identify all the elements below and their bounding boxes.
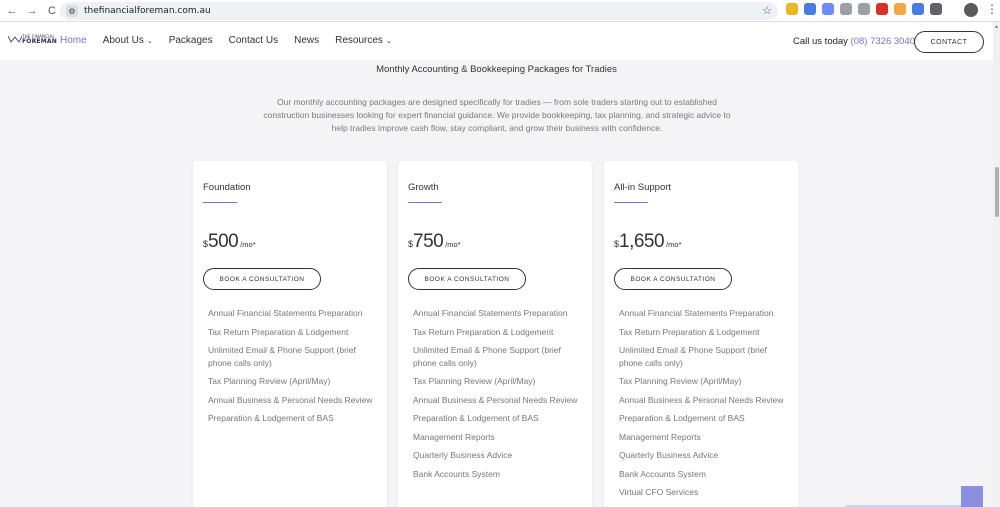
book-consultation-button[interactable]: BOOK A CONSULTATION [614, 268, 732, 290]
extension-icon[interactable] [912, 3, 924, 15]
list-item: Virtual CFO Services [619, 487, 699, 497]
list-item: Annual Financial Statements Preparation [208, 308, 363, 318]
feature-list: Annual Financial Statements Preparation … [413, 307, 585, 486]
plan-divider [203, 202, 237, 203]
list-item: Annual Financial Statements Preparation [413, 308, 568, 318]
list-item: Bank Accounts System [413, 468, 500, 479]
plan-name: All-in Support [614, 182, 672, 193]
plan-price: $500/mo* [203, 231, 256, 252]
nav-home[interactable]: Home [60, 35, 87, 46]
scroll-up-icon[interactable]: ▲ [994, 24, 999, 30]
bookmark-star-icon[interactable]: ☆ [762, 4, 772, 17]
nav-contact-us[interactable]: Contact Us [229, 35, 278, 46]
list-item: Tax Planning Review (April/May) [619, 376, 742, 386]
extension-icon[interactable] [894, 3, 906, 15]
list-item: Preparation & Lodgement of BAS [208, 413, 334, 423]
contact-button[interactable]: CONTACT [914, 31, 984, 53]
logo-text: THE FINANCIAL FOREMAN [22, 34, 57, 45]
book-consultation-button[interactable]: BOOK A CONSULTATION [203, 268, 321, 290]
list-item: Preparation & Lodgement of BAS [413, 413, 539, 423]
chat-widget-button[interactable] [961, 486, 983, 507]
list-item: Management Reports [619, 431, 701, 442]
list-item: Annual Business & Personal Needs Review [619, 394, 784, 405]
list-item: Quarterly Business Advice [619, 450, 719, 460]
list-item: Unlimited Email & Phone Support (brief p… [413, 345, 561, 368]
extension-icon[interactable] [876, 3, 888, 15]
list-item: Tax Planning Review (April/May) [413, 376, 536, 386]
list-item: Quarterly Business Advice [413, 450, 513, 460]
extension-icon[interactable] [858, 3, 870, 15]
nav-packages[interactable]: Packages [169, 35, 213, 46]
browser-toolbar: ← → C ⚙ thefinancialforeman.com.au ☆ ⋮ [0, 0, 1000, 22]
plan-card-all-in-support: All-in Support $1,650/mo* BOOK A CONSULT… [604, 161, 798, 507]
more-menu-icon[interactable]: ⋮ [986, 2, 998, 16]
list-item: Preparation & Lodgement of BAS [619, 413, 745, 423]
list-item: Unlimited Email & Phone Support (brief p… [208, 345, 356, 368]
intro-paragraph: Our monthly accounting packages are desi… [263, 97, 731, 133]
plan-price: $750/mo* [408, 231, 461, 252]
extension-icon[interactable] [822, 3, 834, 15]
chevron-down-icon: ⌄ [146, 38, 153, 45]
list-item: Tax Return Preparation & Lodgement [413, 326, 554, 337]
forward-arrow-icon[interactable]: → [24, 3, 40, 19]
puzzle-icon[interactable] [930, 3, 942, 15]
plan-name: Foundation [203, 182, 251, 193]
feature-list: Annual Financial Statements Preparation … [208, 307, 380, 431]
book-consultation-button[interactable]: BOOK A CONSULTATION [408, 268, 526, 290]
list-item: Management Reports [413, 431, 495, 442]
nav-news[interactable]: News [294, 35, 319, 46]
scrollbar-thumb[interactable] [995, 167, 999, 217]
nav-about-us[interactable]: About Us ⌄ [103, 35, 153, 46]
plan-divider [614, 202, 648, 203]
list-item: Tax Return Preparation & Lodgement [619, 326, 760, 337]
url-text: thefinancialforeman.com.au [84, 6, 211, 16]
extension-icon[interactable] [840, 3, 852, 15]
nav-resources[interactable]: Resources ⌄ [335, 35, 392, 46]
plan-card-growth: Growth $750/mo* BOOK A CONSULTATION Annu… [398, 161, 592, 507]
plan-price: $1,650/mo* [614, 231, 682, 252]
site-header: THE FINANCIAL FOREMAN Home About Us ⌄ Pac… [0, 22, 993, 60]
section-title: Monthly Accounting & Bookkeeping Package… [376, 64, 617, 75]
extensions-bar [786, 3, 942, 15]
reload-icon[interactable]: C [44, 3, 60, 19]
page-scrollbar[interactable] [993, 22, 1000, 507]
plan-name: Growth [408, 182, 439, 193]
call-us: Call us today (08) 7326 3040 [793, 36, 916, 47]
site-info-icon[interactable]: ⚙ [66, 5, 78, 17]
logo[interactable]: THE FINANCIAL FOREMAN [8, 34, 57, 48]
list-item: Bank Accounts System [619, 468, 706, 479]
crown-logo-icon [8, 35, 22, 43]
list-item: Tax Planning Review (April/May) [208, 376, 331, 386]
list-item: Unlimited Email & Phone Support (brief p… [619, 345, 767, 368]
list-item: Tax Return Preparation & Lodgement [208, 326, 349, 337]
list-item: Annual Business & Personal Needs Review [208, 394, 373, 405]
phone-link[interactable]: (08) 7326 3040 [851, 36, 915, 47]
main-nav: Home About Us ⌄ Packages Contact Us News … [60, 35, 392, 46]
chevron-down-icon: ⌄ [385, 38, 392, 45]
list-item: Annual Business & Personal Needs Review [413, 394, 578, 405]
feature-list: Annual Financial Statements Preparation … [619, 307, 791, 505]
extension-icon[interactable] [804, 3, 816, 15]
address-bar[interactable]: ⚙ thefinancialforeman.com.au ☆ [60, 2, 778, 20]
profile-avatar-icon[interactable] [964, 3, 978, 17]
extension-icon[interactable] [786, 3, 798, 15]
list-item: Annual Financial Statements Preparation [619, 308, 774, 318]
plan-divider [408, 202, 442, 203]
back-arrow-icon[interactable]: ← [4, 3, 20, 19]
plan-card-foundation: Foundation $500/mo* BOOK A CONSULTATION … [193, 161, 387, 507]
